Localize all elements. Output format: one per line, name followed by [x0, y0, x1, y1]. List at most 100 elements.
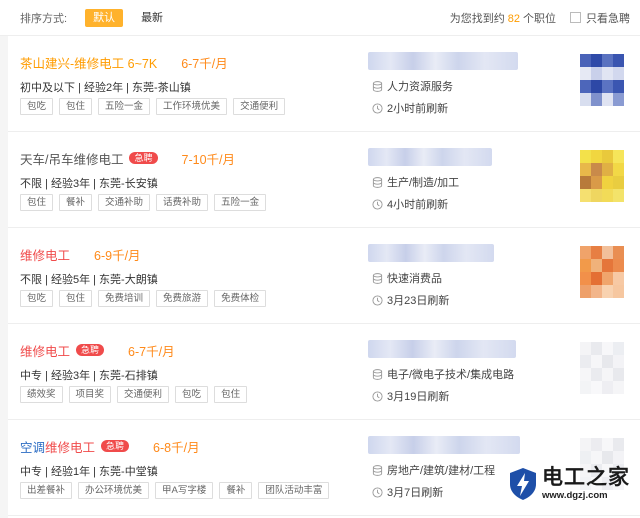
watermark-text: 电工之家 www.dgzj.com — [542, 466, 630, 501]
company-logo-blurred[interactable] — [580, 246, 624, 298]
company-logo-blurred[interactable] — [580, 54, 624, 106]
benefit-tag: 话费补助 — [156, 194, 209, 211]
logo-pixel — [591, 176, 602, 189]
logo-pixel — [591, 438, 602, 451]
logo-pixel — [580, 54, 591, 67]
job-requirements: 中专 | 经验1年 | 东莞-中堂镇 — [20, 466, 158, 478]
job-title-part: 维修电工 — [45, 440, 96, 455]
logo-pixel — [580, 189, 591, 202]
benefit-tag: 包住 — [59, 290, 93, 307]
logo-pixel — [602, 163, 613, 176]
company-name-blurred[interactable] — [368, 148, 492, 166]
urgent-badge: 急聘 — [101, 440, 130, 452]
job-title-part: 空调 — [20, 440, 46, 455]
job-title-part: 维修电工 — [20, 344, 71, 359]
logo-pixel — [602, 259, 613, 272]
benefit-tag: 包吃 — [20, 290, 54, 307]
urgent-badge: 急聘 — [129, 152, 158, 164]
logo-pixel — [613, 80, 624, 93]
logo-pixel — [613, 189, 624, 202]
urgent-only-label: 只看急聘 — [586, 12, 630, 25]
title-row: 空调维修电工 急聘 6-8千/月 — [20, 437, 200, 456]
clock-icon — [372, 102, 383, 114]
database-icon — [372, 176, 383, 188]
logo-pixel — [580, 246, 591, 259]
refresh-text: 3月23日刷新 — [387, 295, 450, 307]
refresh-text: 2小时前刷新 — [387, 103, 449, 115]
salary: 6-9千/月 — [94, 248, 141, 263]
industry-text: 快速消费品 — [387, 273, 442, 285]
job-card[interactable]: 维修电工 急聘 6-7千/月 中专 | 经验3年 | 东莞-石排镇 绩效奖 项目奖 交通便利… — [8, 324, 640, 420]
logo-pixel — [602, 176, 613, 189]
logo-pixel — [591, 451, 602, 464]
benefit-tag: 包吃 — [20, 98, 54, 115]
logo-pixel — [580, 355, 591, 368]
benefit-tag: 工作环境优美 — [156, 98, 228, 115]
benefit-tag: 免费培训 — [98, 290, 151, 307]
industry-text: 人力资源服务 — [387, 81, 453, 93]
job-title[interactable]: 维修电工 — [20, 341, 70, 360]
salary: 6-7千/月 — [181, 56, 228, 71]
industry-line: 快速消费品 — [372, 270, 442, 286]
logo-pixel — [591, 80, 602, 93]
benefit-tag: 办公环境优美 — [78, 482, 150, 499]
company-name-blurred[interactable] — [368, 244, 494, 262]
logo-pixel — [580, 368, 591, 381]
logo-pixel — [602, 355, 613, 368]
salary: 7-10千/月 — [181, 152, 236, 167]
industry-line: 人力资源服务 — [372, 78, 453, 94]
logo-pixel — [591, 163, 602, 176]
company-name-blurred[interactable] — [368, 340, 516, 358]
logo-pixel — [613, 93, 624, 106]
urgent-only-filter[interactable]: 只看急聘 — [570, 10, 630, 26]
company-name-blurred[interactable] — [368, 436, 520, 454]
logo-pixel — [591, 272, 602, 285]
job-title[interactable]: 天车/吊车维修电工 — [20, 149, 123, 168]
job-title[interactable]: 茶山建兴-维修电工 6~7K — [20, 53, 157, 72]
clock-icon — [372, 390, 383, 402]
refresh-line: 4小时前刷新 — [372, 196, 448, 212]
logo-pixel — [613, 67, 624, 80]
industry-line: 生产/制造/加工 — [372, 174, 459, 190]
benefit-tag: 五险一金 — [214, 194, 267, 211]
industry-text: 电子/微电子技术/集成电路 — [387, 369, 515, 381]
refresh-line: 3月23日刷新 — [372, 292, 449, 308]
logo-pixel — [580, 272, 591, 285]
sort-default-button[interactable]: 默认 — [85, 8, 124, 27]
logo-pixel — [613, 381, 624, 394]
title-row: 天车/吊车维修电工 急聘 7-10千/月 — [20, 149, 236, 168]
logo-pixel — [591, 381, 602, 394]
logo-pixel — [602, 246, 613, 259]
logo-pixel — [602, 285, 613, 298]
result-count-prefix: 为您找到约 — [449, 12, 505, 25]
company-logo-blurred[interactable] — [580, 150, 624, 202]
job-title[interactable]: 维修电工 — [20, 245, 70, 264]
logo-pixel — [602, 54, 613, 67]
benefit-tag: 包住 — [214, 386, 248, 403]
refresh-text: 3月19日刷新 — [387, 391, 450, 403]
urgent-only-checkbox[interactable] — [570, 12, 581, 23]
benefit-tag: 免费旅游 — [156, 290, 209, 307]
company-name-blurred[interactable] — [368, 52, 518, 70]
job-card[interactable]: 茶山建兴-维修电工 6~7K 6-7千/月 初中及以下 | 经验2年 | 东莞-茶山… — [8, 36, 640, 132]
logo-pixel — [591, 285, 602, 298]
refresh-text: 4小时前刷新 — [387, 199, 449, 211]
logo-pixel — [580, 176, 591, 189]
logo-pixel — [613, 368, 624, 381]
logo-pixel — [613, 176, 624, 189]
watermark-title: 电工之家 — [542, 466, 630, 489]
logo-pixel — [580, 93, 591, 106]
database-icon — [372, 272, 383, 284]
clock-icon — [372, 486, 383, 498]
job-title-part: 茶山建兴-维修电工 6~7K — [20, 56, 158, 71]
benefit-tag: 甲A写字楼 — [155, 482, 214, 499]
benefit-tag: 包住 — [59, 98, 93, 115]
job-title[interactable]: 空调维修电工 — [20, 437, 95, 456]
job-card[interactable]: 天车/吊车维修电工 急聘 7-10千/月 不限 | 经验3年 | 东莞-长安镇 包住 餐补… — [8, 132, 640, 228]
company-logo-blurred[interactable] — [580, 342, 624, 394]
lightning-shield-icon — [510, 467, 536, 500]
job-card[interactable]: 维修电工 6-9千/月 不限 | 经验5年 | 东莞-大朗镇 包吃 包住 免费培训 免费旅游… — [8, 228, 640, 324]
result-count-suffix: 个职位 — [523, 12, 556, 25]
logo-pixel — [591, 368, 602, 381]
sort-latest-button[interactable]: 最新 — [133, 9, 171, 27]
